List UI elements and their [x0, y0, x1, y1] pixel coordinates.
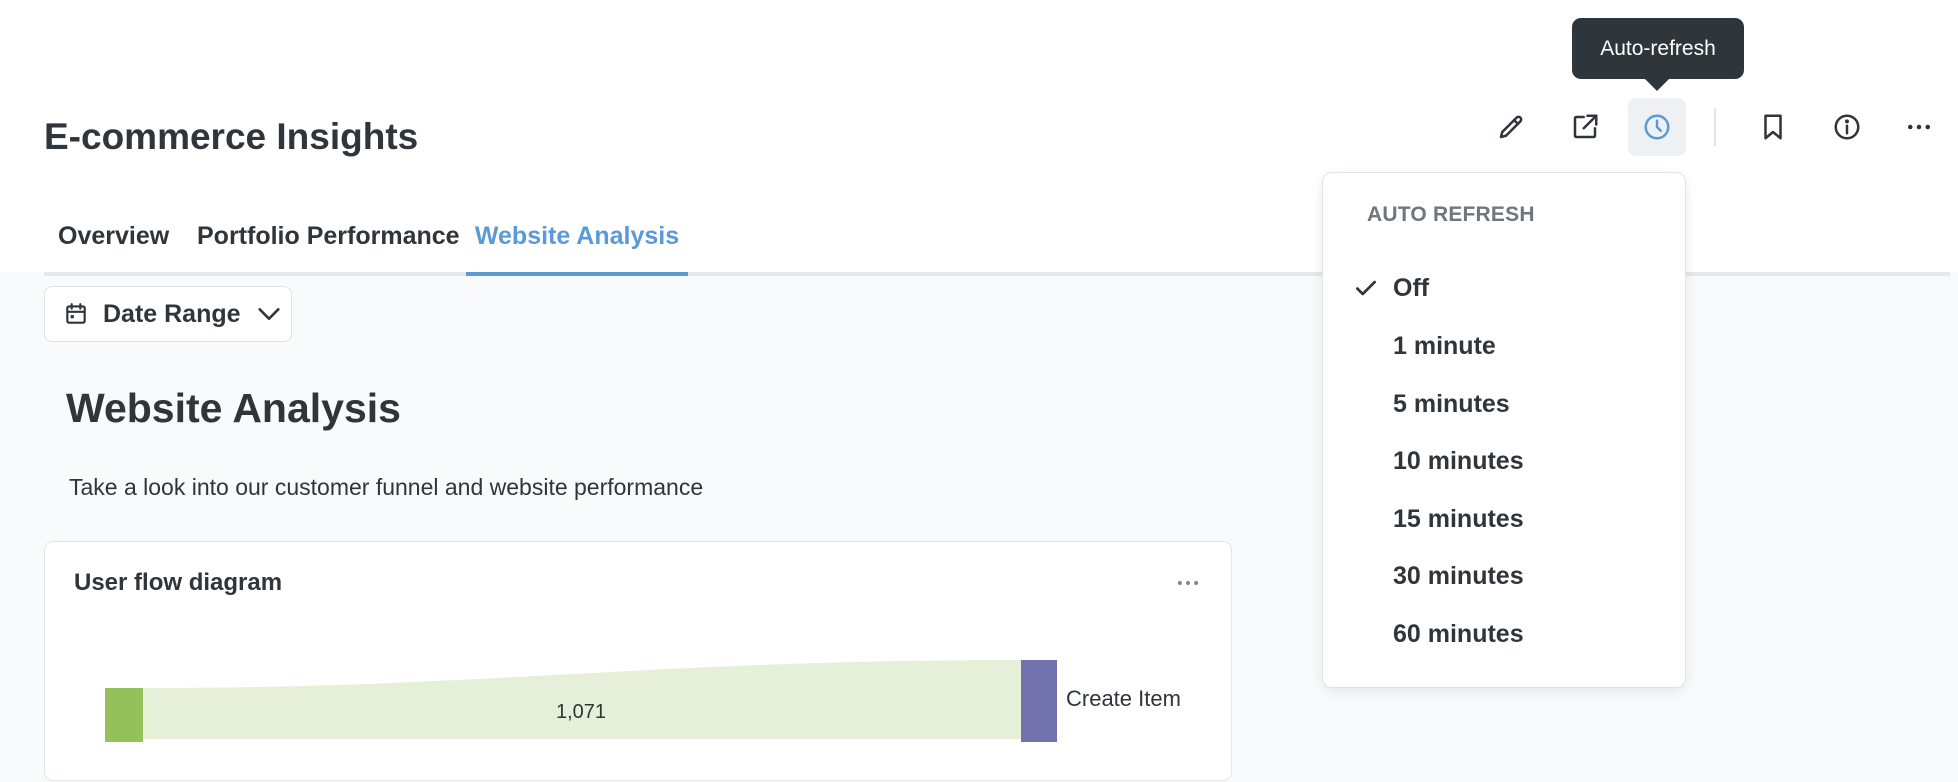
tab-portfolio-performance[interactable]: Portfolio Performance [197, 210, 460, 272]
calendar-icon [66, 303, 86, 324]
checkmark-icon [1355, 280, 1377, 296]
sankey-flow-value: 1,071 [556, 701, 606, 723]
auto-refresh-menu: AUTO REFRESH Off 1 minute 5 minutes 10 m… [1322, 172, 1686, 688]
sankey-target-label: Create Item [1066, 686, 1181, 711]
option-label: Off [1393, 273, 1430, 302]
auto-refresh-option-1-minute[interactable]: 1 minute [1323, 321, 1685, 371]
share-button[interactable] [1556, 98, 1614, 156]
info-icon [1834, 114, 1860, 140]
auto-refresh-option-60-minutes[interactable]: 60 minutes [1323, 609, 1685, 659]
auto-refresh-option-30-minutes[interactable]: 30 minutes [1323, 551, 1685, 601]
tab-website-analysis[interactable]: Website Analysis [466, 210, 688, 276]
card-more-button[interactable] [1170, 565, 1206, 601]
auto-refresh-option-off[interactable]: Off [1323, 263, 1685, 313]
bookmark-icon [1764, 114, 1782, 140]
auto-refresh-option-15-minutes[interactable]: 15 minutes [1323, 494, 1685, 544]
chevron-down-icon [257, 308, 280, 320]
page-title: E-commerce Insights [44, 116, 419, 157]
section-title: Website Analysis [66, 385, 401, 431]
date-range-label: Date Range [103, 299, 241, 328]
header-divider [1714, 108, 1716, 146]
clock-icon [1644, 114, 1670, 140]
more-icon [1177, 581, 1199, 585]
option-label: 60 minutes [1393, 619, 1524, 648]
auto-refresh-option-10-minutes[interactable]: 10 minutes [1323, 436, 1685, 486]
user-flow-card: 1,071 Create Item User flow diagram [44, 541, 1232, 781]
option-label: 10 minutes [1393, 446, 1524, 475]
auto-refresh-tooltip: Auto-refresh [1572, 18, 1744, 79]
option-label: 5 minutes [1393, 389, 1510, 418]
pencil-icon [1499, 115, 1523, 139]
option-label: 1 minute [1393, 331, 1496, 360]
auto-refresh-option-5-minutes[interactable]: 5 minutes [1323, 379, 1685, 429]
edit-button[interactable] [1482, 98, 1540, 156]
section-description: Take a look into our customer funnel and… [69, 474, 704, 500]
date-range-filter[interactable]: Date Range [44, 286, 292, 342]
more-button[interactable] [1890, 98, 1948, 156]
tooltip-arrow [1644, 78, 1670, 91]
more-icon [1908, 124, 1930, 130]
sankey-target-node [1021, 660, 1057, 742]
share-icon [1573, 114, 1598, 139]
bookmark-button[interactable] [1744, 98, 1802, 156]
option-label: 30 minutes [1393, 561, 1524, 590]
info-button[interactable] [1818, 98, 1876, 156]
card-title: User flow diagram [74, 569, 283, 596]
option-label: 15 minutes [1393, 504, 1524, 533]
sankey-flow [139, 660, 1022, 739]
tab-overview[interactable]: Overview [58, 210, 169, 272]
auto-refresh-button[interactable] [1628, 98, 1686, 156]
auto-refresh-heading: AUTO REFRESH [1367, 203, 1535, 226]
